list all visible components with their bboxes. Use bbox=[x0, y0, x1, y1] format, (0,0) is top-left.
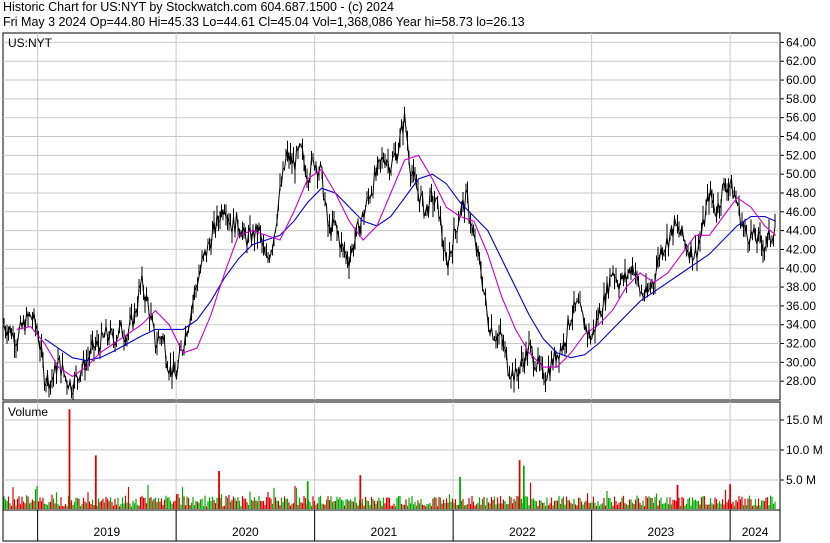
price-tick-label: 46.00 bbox=[786, 205, 816, 219]
volume-panel-title: Volume bbox=[8, 405, 48, 419]
x-tick-label: 2022 bbox=[509, 525, 536, 539]
price-tick-label: 28.00 bbox=[786, 374, 816, 388]
x-tick-label: 2023 bbox=[648, 525, 675, 539]
x-axis: 2019 2020 2021 2022 2023 2024 bbox=[2, 509, 781, 542]
price-panel: US:NYT 28.00 30.00 32.00 34.00 36.00 38.00 40.… bbox=[2, 32, 816, 401]
volume-tick-label: 5.0 M bbox=[786, 473, 816, 487]
stock-chart: US:NYT 28.00 30.00 32.00 34.00 36.00 38.00 40.… bbox=[2, 32, 823, 542]
price-tick-label: 30.00 bbox=[786, 355, 816, 369]
volume-tick-label: 10.0 M bbox=[786, 443, 823, 457]
price-tick-label: 50.00 bbox=[786, 167, 816, 181]
volume-axis-ticks: 5.0 M 10.0 M 15.0 M bbox=[780, 413, 823, 487]
price-tick-label: 58.00 bbox=[786, 92, 816, 106]
price-tick-label: 54.00 bbox=[786, 130, 816, 144]
price-tick-label: 32.00 bbox=[786, 337, 816, 351]
x-tick-label: 2019 bbox=[94, 525, 121, 539]
price-tick-label: 42.00 bbox=[786, 242, 816, 256]
price-tick-label: 48.00 bbox=[786, 186, 816, 200]
price-tick-label: 64.00 bbox=[786, 35, 816, 49]
price-tick-label: 60.00 bbox=[786, 73, 816, 87]
x-tick-label: 2021 bbox=[371, 525, 398, 539]
price-tick-label: 40.00 bbox=[786, 261, 816, 275]
volume-panel: Volume 5.0 M 10.0 M 15.0 M bbox=[2, 401, 823, 511]
volume-tick-label: 15.0 M bbox=[786, 413, 823, 427]
price-tick-label: 62.00 bbox=[786, 54, 816, 68]
price-tick-label: 44.00 bbox=[786, 224, 816, 238]
price-panel-title: US:NYT bbox=[8, 36, 53, 50]
x-tick-label: 2024 bbox=[742, 525, 769, 539]
price-tick-label: 52.00 bbox=[786, 148, 816, 162]
price-tick-label: 34.00 bbox=[786, 318, 816, 332]
price-panel-frame bbox=[2, 32, 781, 401]
price-tick-label: 38.00 bbox=[786, 280, 816, 294]
price-tick-label: 56.00 bbox=[786, 111, 816, 125]
x-tick-label: 2020 bbox=[232, 525, 259, 539]
price-tick-label: 36.00 bbox=[786, 299, 816, 313]
price-axis-ticks: 28.00 30.00 32.00 34.00 36.00 38.00 40.00 42.00… bbox=[780, 35, 816, 388]
volume-panel-frame bbox=[2, 401, 781, 511]
